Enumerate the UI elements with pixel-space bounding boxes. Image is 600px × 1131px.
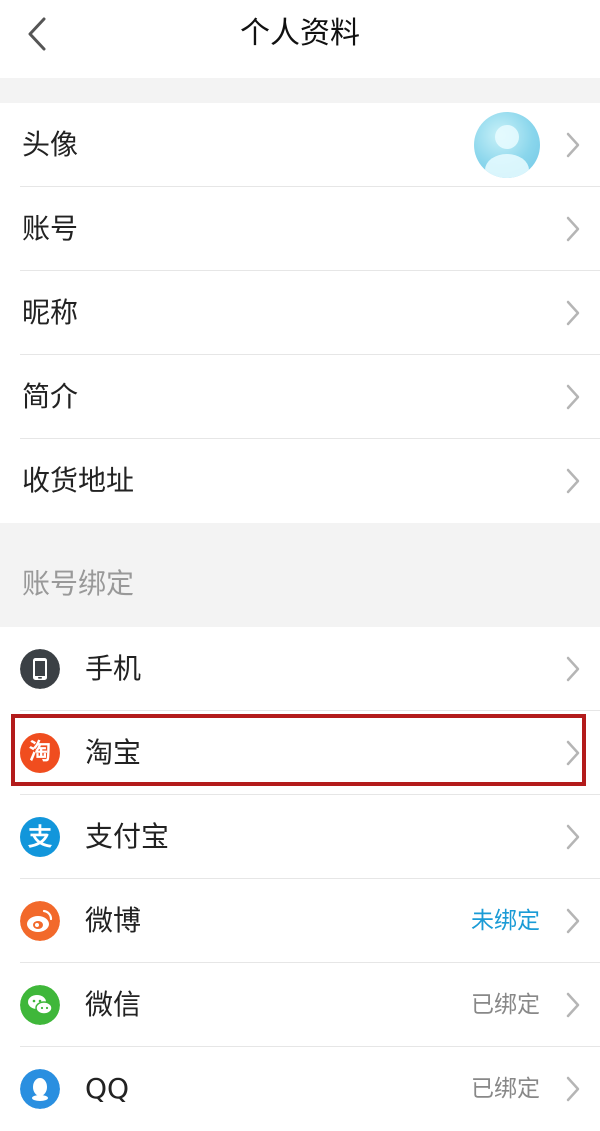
weibo-icon	[20, 901, 60, 941]
row-label: 简介	[22, 380, 79, 413]
bind-row-alipay[interactable]: 支 支付宝	[0, 795, 600, 879]
profile-row-account[interactable]: 账号	[0, 187, 600, 271]
row-label: 支付宝	[85, 820, 170, 853]
row-label: 收货地址	[22, 464, 135, 497]
avatar	[474, 112, 540, 178]
top-bar: 个人资料	[0, 0, 600, 78]
chevron-right-icon	[566, 992, 580, 1018]
profile-row-nickname[interactable]: 昵称	[0, 271, 600, 355]
row-label: 手机	[85, 652, 142, 685]
row-label: QQ	[85, 1072, 130, 1105]
qq-icon	[20, 1069, 60, 1109]
row-label: 昵称	[22, 296, 79, 329]
bind-status: 已绑定	[471, 1076, 540, 1102]
alipay-icon: 支	[20, 817, 60, 857]
row-label: 微博	[85, 904, 142, 937]
profile-row-bio[interactable]: 简介	[0, 355, 600, 439]
chevron-right-icon	[566, 300, 580, 326]
bind-row-qq[interactable]: QQ 已绑定	[0, 1047, 600, 1131]
bind-status: 已绑定	[471, 992, 540, 1018]
binding-section: 手机 淘 淘宝 支 支付宝 微博 未绑定 微信 已绑定 QQ 已绑定	[0, 627, 600, 1131]
phone-icon	[20, 649, 60, 689]
chevron-right-icon	[566, 216, 580, 242]
bind-row-weibo[interactable]: 微博 未绑定	[0, 879, 600, 963]
chevron-right-icon	[566, 468, 580, 494]
highlight-box	[11, 714, 586, 786]
profile-row-avatar[interactable]: 头像	[0, 103, 600, 187]
chevron-right-icon	[566, 384, 580, 410]
bind-row-wechat[interactable]: 微信 已绑定	[0, 963, 600, 1047]
section-title-account-binding: 账号绑定	[22, 567, 135, 600]
wechat-icon	[20, 985, 60, 1025]
user-silhouette-icon	[485, 125, 529, 178]
profile-row-address[interactable]: 收货地址	[0, 439, 600, 523]
chevron-right-icon	[566, 908, 580, 934]
chevron-right-icon	[566, 824, 580, 850]
row-label: 账号	[22, 212, 79, 245]
chevron-right-icon	[566, 656, 580, 682]
profile-section: 头像 账号 昵称 简介 收货地址	[0, 103, 600, 523]
bind-row-phone[interactable]: 手机	[0, 627, 600, 711]
row-label: 头像	[22, 128, 79, 161]
bind-status: 未绑定	[471, 908, 540, 934]
chevron-right-icon	[566, 1076, 580, 1102]
row-label: 微信	[85, 988, 142, 1021]
chevron-right-icon	[566, 132, 580, 158]
page-title: 个人资料	[240, 16, 360, 51]
